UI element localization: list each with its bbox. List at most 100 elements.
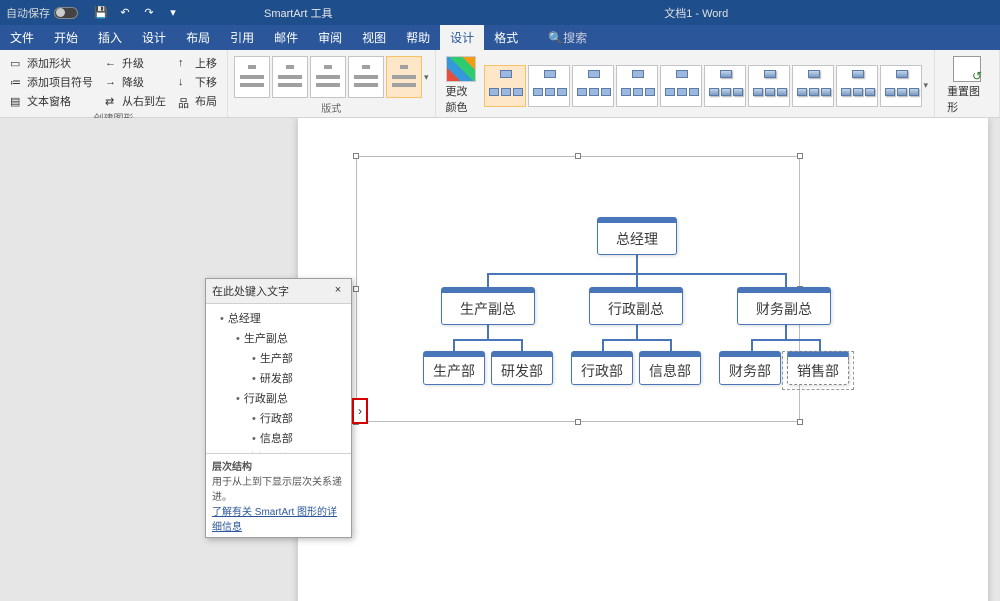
layout-option-2[interactable]: [272, 56, 308, 98]
org-node-l2-0[interactable]: 生产副总: [441, 287, 535, 325]
text-pane-item[interactable]: •生产部: [208, 348, 349, 368]
text-pane-collapse-button[interactable]: ›: [352, 398, 368, 424]
tab-file[interactable]: 文件: [0, 25, 44, 50]
connector: [636, 273, 638, 287]
connector: [602, 339, 604, 351]
group-styles: 更改颜色 ▾ SmartArt 样式: [436, 50, 936, 117]
promote-button[interactable]: ←升级: [101, 54, 170, 72]
change-colors-button[interactable]: 更改颜色: [442, 54, 480, 117]
connector: [602, 339, 672, 341]
org-node-l2-2[interactable]: 财务副总: [737, 287, 831, 325]
resize-handle[interactable]: [797, 153, 803, 159]
tab-layout[interactable]: 布局: [176, 25, 220, 50]
connector: [453, 339, 523, 341]
tab-smartart-format[interactable]: 格式: [484, 25, 528, 50]
reset-graphic-button[interactable]: 重置图形: [941, 54, 993, 117]
connector: [453, 339, 455, 351]
add-bullet-button[interactable]: ≔添加项目符号: [6, 73, 97, 91]
tab-mailings[interactable]: 邮件: [264, 25, 308, 50]
connector: [751, 339, 821, 341]
connector: [487, 273, 489, 287]
down-icon: ↓: [178, 76, 192, 88]
document-canvas[interactable]: 总经理 生产副总 行政副总 财务副总 生产部 研发部 行政部 信息部 财务部 销…: [0, 118, 1000, 601]
text-pane-footer: 层次结构 用于从上到下显示层次关系递进。 了解有关 SmartArt 图形的详细…: [206, 453, 351, 537]
footer-title: 层次结构: [212, 458, 345, 473]
style-option-9[interactable]: [836, 65, 878, 107]
group-reset: 重置图形 重置: [935, 50, 1000, 117]
connector: [636, 255, 638, 273]
org-node-l3[interactable]: 行政部: [571, 351, 633, 385]
style-option-7[interactable]: [748, 65, 790, 107]
rtl-button[interactable]: ⇄从右到左: [101, 92, 170, 110]
ribbon: ▭添加形状 ≔添加项目符号 ▤文本窗格 ←升级 →降级 ⇄从右到左 ↑上移 ↓下…: [0, 50, 1000, 118]
text-pane-item[interactable]: •研发部: [208, 368, 349, 388]
text-pane-body[interactable]: •总经理•生产副总•生产部•研发部•行政副总•行政部•信息部•财务副总•财务部•…: [206, 304, 351, 453]
tab-smartart-design[interactable]: 设计: [440, 25, 484, 50]
style-option-4[interactable]: [616, 65, 658, 107]
tab-home[interactable]: 开始: [44, 25, 88, 50]
resize-handle[interactable]: [353, 153, 359, 159]
connector: [670, 339, 672, 351]
style-option-8[interactable]: [792, 65, 834, 107]
org-node-l3[interactable]: 信息部: [639, 351, 701, 385]
text-pane-button[interactable]: ▤文本窗格: [6, 92, 97, 110]
tab-references[interactable]: 引用: [220, 25, 264, 50]
redo-icon[interactable]: ↷: [138, 3, 160, 23]
move-down-button[interactable]: ↓下移: [174, 73, 221, 91]
text-pane-item[interactable]: •信息部: [208, 428, 349, 448]
resize-handle[interactable]: [575, 153, 581, 159]
add-shape-button[interactable]: ▭添加形状: [6, 54, 97, 72]
layout-button[interactable]: 品布局: [174, 92, 221, 110]
layout-gallery-more[interactable]: ▾: [424, 72, 429, 83]
layout-option-1[interactable]: [234, 56, 270, 98]
title-bar: 自动保存 💾 ↶ ↷ ▾ SmartArt 工具 文档1 - Word: [0, 0, 1000, 25]
autosave-toggle[interactable]: 自动保存: [0, 5, 84, 21]
org-node-l3[interactable]: 研发部: [491, 351, 553, 385]
save-icon[interactable]: 💾: [90, 3, 112, 23]
layout-option-5[interactable]: [386, 56, 422, 98]
layout-option-4[interactable]: [348, 56, 384, 98]
move-up-button[interactable]: ↑上移: [174, 54, 221, 72]
learn-more-link[interactable]: 了解有关 SmartArt 图形的详细信息: [212, 503, 345, 533]
text-pane-item[interactable]: •行政部: [208, 408, 349, 428]
text-pane-item[interactable]: •总经理: [208, 308, 349, 328]
text-pane[interactable]: 在此处键入文字 × •总经理•生产副总•生产部•研发部•行政副总•行政部•信息部…: [205, 278, 352, 538]
tab-design[interactable]: 设计: [132, 25, 176, 50]
qat-more-icon[interactable]: ▾: [162, 3, 184, 23]
tab-review[interactable]: 审阅: [308, 25, 352, 50]
up-icon: ↑: [178, 57, 192, 69]
smartart-frame[interactable]: 总经理 生产副总 行政副总 财务副总 生产部 研发部 行政部 信息部 财务部 销…: [356, 156, 800, 422]
org-node-l3[interactable]: 生产部: [423, 351, 485, 385]
undo-icon[interactable]: ↶: [114, 3, 136, 23]
page[interactable]: 总经理 生产副总 行政副总 财务副总 生产部 研发部 行政部 信息部 财务部 销…: [298, 118, 988, 601]
org-node-l3-selected[interactable]: 销售部: [787, 351, 849, 385]
style-option-3[interactable]: [572, 65, 614, 107]
contextual-tab-label: SmartArt 工具: [264, 5, 332, 21]
rtl-icon: ⇄: [105, 95, 119, 107]
org-node-l3[interactable]: 财务部: [719, 351, 781, 385]
style-option-6[interactable]: [704, 65, 746, 107]
style-option-10[interactable]: [880, 65, 922, 107]
pane-icon: ▤: [10, 95, 24, 107]
style-gallery-more[interactable]: ▾: [924, 80, 929, 91]
quick-access-toolbar: 💾 ↶ ↷ ▾: [90, 3, 184, 23]
tab-help[interactable]: 帮助: [396, 25, 440, 50]
demote-button[interactable]: →降级: [101, 73, 170, 91]
color-swatch-icon: [446, 56, 476, 82]
tab-insert[interactable]: 插入: [88, 25, 132, 50]
style-option-5[interactable]: [660, 65, 702, 107]
demote-icon: →: [105, 76, 119, 88]
ribbon-tabs: 文件 开始 插入 设计 布局 引用 邮件 审阅 视图 帮助 设计 格式 🔍 搜索: [0, 25, 1000, 50]
resize-handle[interactable]: [353, 286, 359, 292]
style-option-2[interactable]: [528, 65, 570, 107]
close-icon[interactable]: ×: [331, 284, 345, 298]
org-node-l2-1[interactable]: 行政副总: [589, 287, 683, 325]
tab-view[interactable]: 视图: [352, 25, 396, 50]
text-pane-item[interactable]: •行政副总: [208, 388, 349, 408]
style-option-1[interactable]: [484, 65, 526, 107]
tab-search[interactable]: 🔍 搜索: [538, 25, 597, 50]
layout-option-3[interactable]: [310, 56, 346, 98]
toggle-off-icon: [54, 7, 78, 19]
text-pane-item[interactable]: •生产副总: [208, 328, 349, 348]
org-node-root[interactable]: 总经理: [597, 217, 677, 255]
